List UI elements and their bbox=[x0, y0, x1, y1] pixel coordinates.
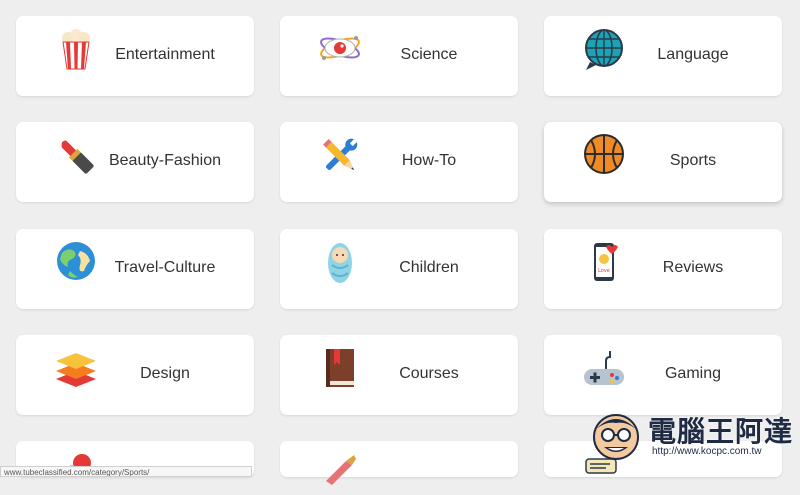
category-label: Courses bbox=[399, 365, 459, 382]
category-card-children[interactable]: Children bbox=[280, 229, 518, 309]
category-card-entertainment[interactable]: Entertainment bbox=[16, 16, 254, 96]
category-label: Children bbox=[399, 259, 459, 276]
status-bar-url: www.tubeclassified.com/category/Sports/ bbox=[0, 466, 252, 477]
category-card-courses[interactable]: Courses bbox=[280, 335, 518, 415]
category-label: Science bbox=[400, 46, 458, 63]
category-label: Design bbox=[140, 365, 190, 382]
category-card-partial[interactable] bbox=[280, 441, 518, 485]
category-card-design[interactable]: Design bbox=[16, 335, 254, 415]
category-card-how-to[interactable]: How-To bbox=[280, 122, 518, 202]
category-label: How-To bbox=[401, 152, 457, 169]
category-card-science[interactable]: Science bbox=[280, 16, 518, 96]
category-label: Gaming bbox=[664, 365, 722, 382]
category-card-travel-culture[interactable]: Travel-Culture bbox=[16, 229, 254, 309]
category-label: Language bbox=[657, 46, 729, 63]
watermark-title: 電腦王阿達 bbox=[648, 415, 794, 448]
category-card-beauty-fashion[interactable]: Beauty-Fashion bbox=[16, 122, 254, 202]
category-label: Travel-Culture bbox=[114, 259, 216, 276]
mascot-face-icon bbox=[593, 414, 639, 460]
category-card-reviews[interactable]: Love Reviews bbox=[544, 229, 782, 309]
category-card-sports[interactable]: Sports bbox=[544, 122, 782, 202]
category-label: Beauty-Fashion bbox=[108, 152, 222, 169]
brush-icon bbox=[326, 455, 356, 485]
category-card-language[interactable]: Language bbox=[544, 16, 782, 96]
category-label: Entertainment bbox=[115, 46, 215, 63]
watermark: 電腦王阿達 http://www.kocpc.com.tw bbox=[586, 402, 800, 472]
watermark-url: http://www.kocpc.com.tw bbox=[652, 446, 762, 457]
category-label: Reviews bbox=[662, 259, 724, 276]
category-label: Sports bbox=[669, 152, 717, 169]
